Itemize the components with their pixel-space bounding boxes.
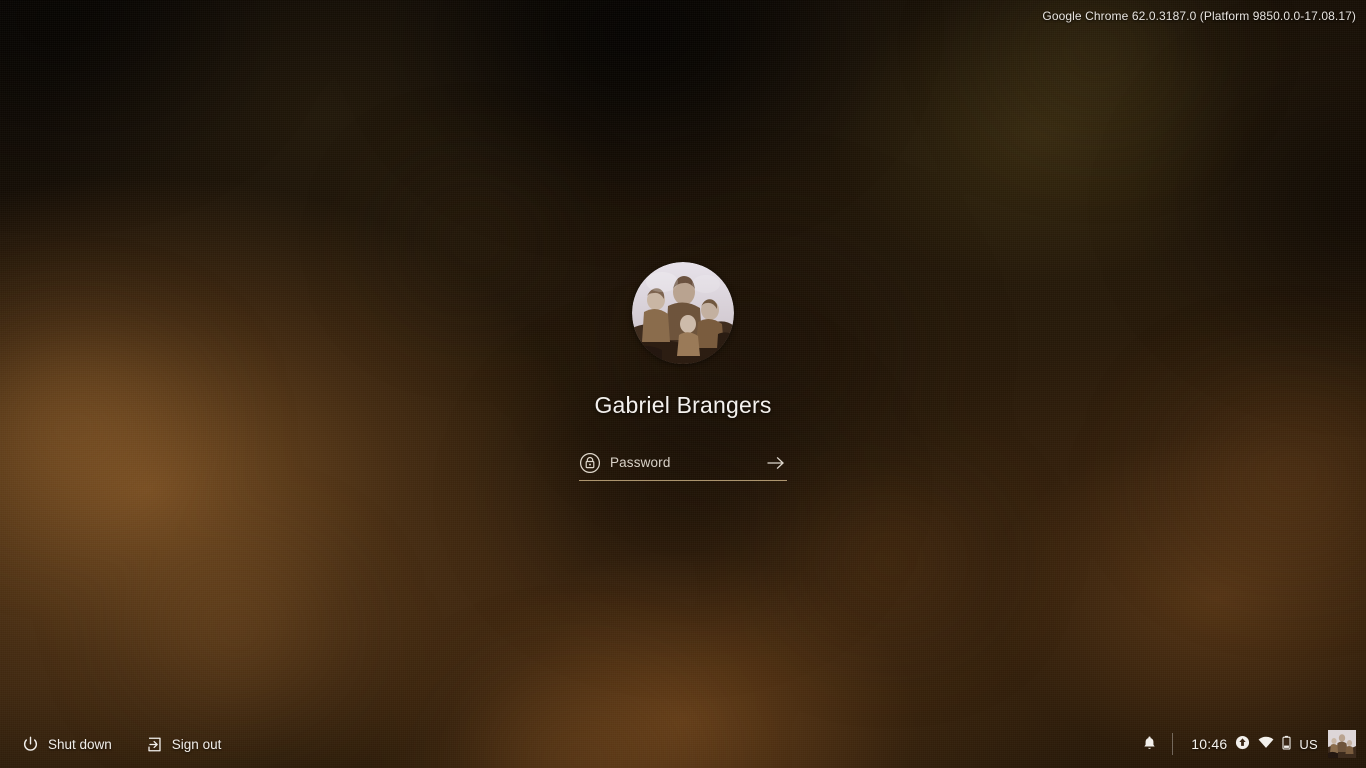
power-icon (22, 736, 39, 753)
battery-icon (1282, 735, 1291, 753)
password-row (579, 445, 787, 481)
system-tray: 10:46 US (1133, 729, 1360, 760)
lock-screen: Google Chrome 62.0.3187.0 (Platform 9850… (0, 0, 1366, 768)
tray-status-area-button[interactable]: 10:46 US (1183, 730, 1326, 758)
shutdown-button[interactable]: Shut down (12, 730, 122, 759)
shelf: Shut down Sign out 10:46 US (0, 720, 1366, 768)
signout-button[interactable]: Sign out (136, 730, 232, 759)
bell-icon (1142, 735, 1157, 754)
tray-clock: 10:46 (1191, 736, 1228, 752)
password-submit-button[interactable] (765, 452, 787, 474)
lock-circle-icon (579, 452, 601, 474)
tray-avatar-button[interactable] (1328, 730, 1356, 758)
arrow-right-icon (767, 456, 784, 469)
tray-locale-label: US (1299, 736, 1318, 752)
tray-separator (1172, 733, 1174, 755)
system-update-circle-icon (1235, 735, 1250, 753)
wifi-icon (1258, 736, 1274, 752)
shelf-left-group: Shut down Sign out (12, 730, 231, 759)
login-pod: Gabriel Brangers (473, 262, 893, 481)
chrome-version-label: Google Chrome 62.0.3187.0 (Platform 9850… (1042, 9, 1356, 23)
exit-arrow-icon (146, 736, 163, 753)
shutdown-label: Shut down (48, 736, 112, 752)
avatar (632, 262, 734, 364)
signout-label: Sign out (171, 736, 222, 752)
notification-bell-button[interactable] (1133, 729, 1166, 760)
password-input[interactable] (610, 449, 765, 476)
user-name: Gabriel Brangers (594, 392, 772, 418)
